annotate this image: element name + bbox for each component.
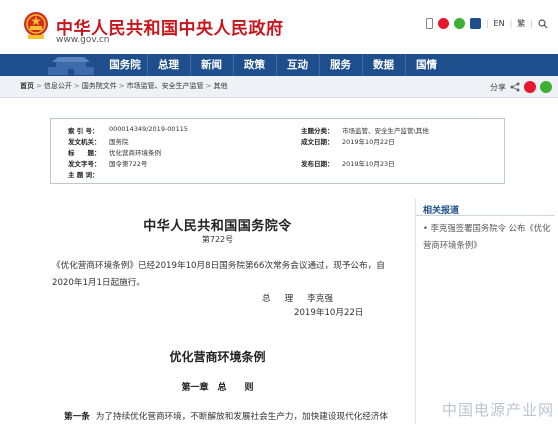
divider: | — [509, 19, 513, 28]
wechat-share-icon[interactable] — [540, 81, 552, 93]
sidebar-divider — [416, 215, 555, 216]
nav-item-news[interactable]: 新闻 — [190, 54, 232, 76]
meta-row: 主 题 词： — [51, 169, 506, 181]
meta-docno-value: 国令第722号 — [109, 160, 148, 168]
search-icon[interactable] — [538, 18, 548, 29]
signer-title-part-2: 理 — [284, 294, 294, 304]
meta-title-value: 优化营商环境条例 — [109, 149, 161, 157]
mobile-icon[interactable] — [425, 18, 433, 29]
decree-number: 第722号 — [201, 235, 234, 244]
breadcrumb-separator: > — [118, 82, 125, 90]
breadcrumb-separator: > — [205, 82, 212, 90]
chapter-heading: 第一章 总 则 — [181, 383, 254, 393]
divider: | — [485, 19, 489, 28]
lang-traditional-link[interactable]: 繁 — [517, 18, 525, 29]
app-icon[interactable] — [469, 18, 481, 29]
meta-issuer-label: 发文机关： — [68, 138, 101, 146]
meta-index-label: 索 引 号： — [68, 127, 99, 135]
share-icon[interactable] — [510, 82, 520, 92]
nav-item-premier[interactable]: 总理 — [147, 54, 189, 76]
related-reports-sidebar: 相关报道 • 李克强签署国务院令 公布《优化营商环境条例》 — [415, 198, 555, 424]
meta-published-value: 2019年10月23日 — [342, 160, 395, 168]
nav-item-state-council[interactable]: 国务院 — [104, 54, 146, 76]
breadcrumb-home[interactable]: 首页 — [20, 82, 34, 90]
nav-item-national-profile[interactable]: 国情 — [405, 54, 447, 76]
article-text: 为了持续优化营商环境，不断解放和发展社会生产力，加快建设现代化经济体 — [95, 412, 388, 422]
lang-en-link[interactable]: EN — [494, 19, 505, 28]
weibo-share-icon[interactable] — [524, 81, 536, 93]
breadcrumb-separator: > — [36, 82, 42, 90]
weibo-icon[interactable] — [437, 18, 449, 29]
share-label: 分享 — [490, 82, 506, 92]
nav-item-services[interactable]: 服务 — [319, 54, 361, 76]
meta-created-value: 2019年10月22日 — [342, 138, 395, 146]
meta-subject-value: 市场监管、安全生产监管\其他 — [342, 127, 429, 135]
related-report-link[interactable]: • 李克强签署国务院令 公布《优化营商环境条例》 — [423, 220, 553, 254]
wechat-icon[interactable] — [453, 18, 465, 29]
meta-docno-label: 发文字号： — [68, 160, 101, 168]
bullet-icon: • — [423, 223, 428, 233]
regulation-title: 优化营商环境条例 — [169, 350, 266, 364]
signer-title-part-1: 总 — [262, 294, 271, 304]
breadcrumb-market-regulation[interactable]: 市场监管、安全生产监管 — [127, 82, 204, 90]
meta-keywords-label: 主 题 词： — [68, 171, 99, 179]
nav-item-data[interactable]: 数据 — [362, 54, 404, 76]
meta-title-label: 标 题： — [68, 149, 101, 157]
header-tools: | EN | 繁 | — [425, 18, 548, 29]
signer-line: 总 理 李克强 — [262, 292, 347, 304]
article-first: 第一条 为了持续优化营商环境，不断解放和发展社会生产力，加快建设现代化经济体 — [64, 410, 409, 422]
signing-date: 2019年10月22日 — [294, 308, 364, 318]
breadcrumb-info-disclosure[interactable]: 信息公开 — [44, 82, 72, 90]
meta-created-label: 成文日期： — [301, 138, 334, 146]
breadcrumb-state-council-docs[interactable]: 国务院文件 — [82, 82, 117, 90]
tiananmen-icon — [48, 57, 94, 75]
breadcrumb-other[interactable]: 其他 — [214, 82, 228, 90]
main-nav: 国务院 总理 新闻 政策 互动 服务 数据 国情 — [0, 54, 558, 76]
related-report-link-text[interactable]: 李克强签署国务院令 公布《优化营商环境条例》 — [423, 223, 551, 250]
nav-item-interaction[interactable]: 互动 — [276, 54, 318, 76]
divider: | — [530, 19, 533, 28]
site-header: 中华人民共和国中央人民政府 www.gov.cn | EN | 繁 | — [0, 0, 558, 54]
meta-published-label: 发布日期： — [301, 160, 334, 168]
share-toolbar: 分享 — [490, 81, 552, 93]
breadcrumb: 首页 > 信息公开 > 国务院文件 > 市场监管、安全生产监管 > 其他 — [20, 81, 228, 91]
decree-paragraph: 《优化营商环境条例》已经2019年10月8日国务院第66次常务会议通过，现予公布… — [52, 261, 385, 288]
nav-item-policy[interactable]: 政策 — [233, 54, 275, 76]
document-metadata-table: 索 引 号： 000014349/2019-00115 主题分类： 市场监管、安… — [50, 118, 505, 184]
article-label: 第一条 — [64, 412, 90, 422]
breadcrumb-separator: > — [73, 82, 80, 90]
breadcrumb-bar: 首页 > 信息公开 > 国务院文件 > 市场监管、安全生产监管 > 其他 分享 — [0, 76, 558, 98]
meta-issuer-value: 国务院 — [109, 138, 129, 146]
national-emblem-icon[interactable] — [22, 11, 50, 41]
decree-title: 中华人民共和国国务院令 — [143, 219, 292, 234]
watermark-text: 中国电源产业网 — [441, 401, 554, 419]
site-url: www.gov.cn — [56, 35, 110, 45]
meta-subject-label: 主题分类： — [301, 127, 334, 135]
meta-index-value: 000014349/2019-00115 — [109, 125, 188, 133]
signer-name: 李克强 — [307, 294, 334, 304]
